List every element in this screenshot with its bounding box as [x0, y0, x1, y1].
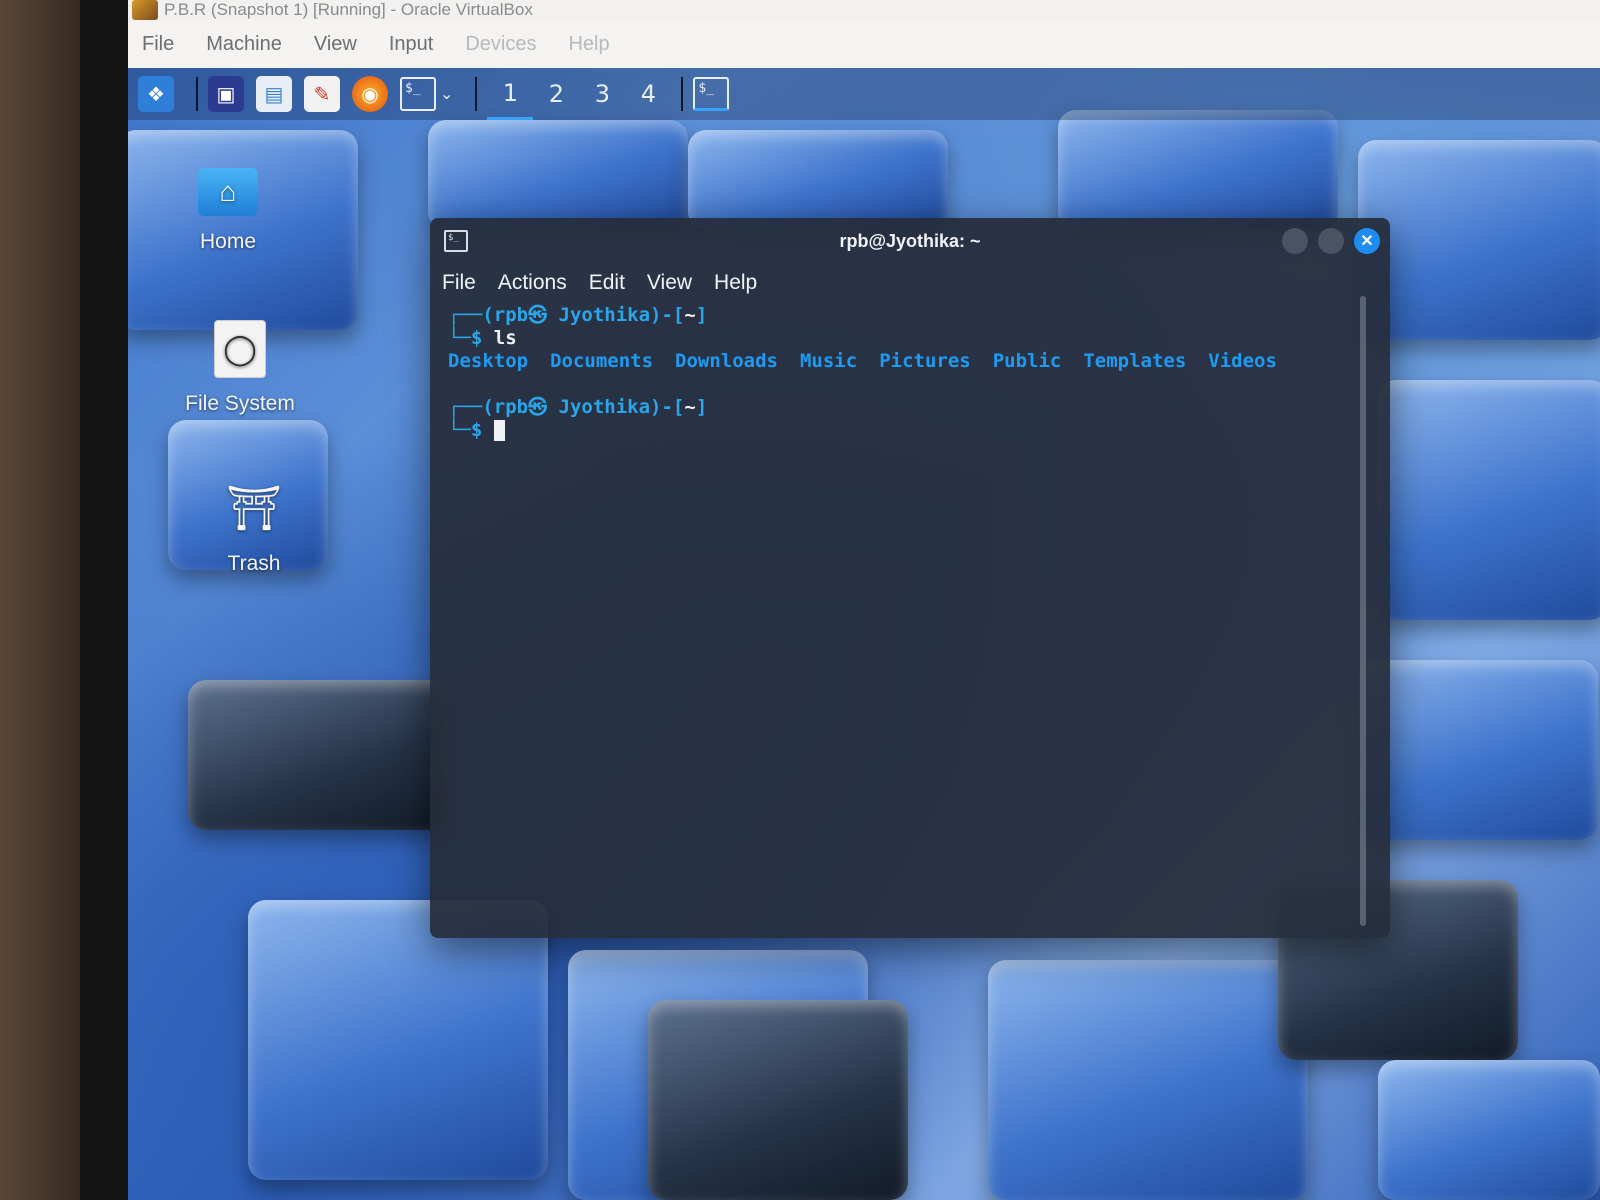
firefox-icon[interactable]: ◉ [352, 76, 388, 112]
ls-entry: Pictures [879, 350, 971, 372]
ls-entry: Downloads [675, 350, 778, 372]
wallpaper-cube [1378, 1060, 1600, 1200]
prompt-user: rpb㉿ Jyothika [493, 396, 651, 418]
taskbar-terminal-window[interactable]: $_ [693, 77, 730, 111]
vbox-menu-machine[interactable]: Machine [206, 33, 282, 56]
panel-separator [475, 77, 478, 111]
terminal-launcher-icon[interactable]: $_ [400, 77, 436, 111]
kali-menu-icon[interactable]: ❖ [138, 76, 174, 112]
drive-icon: ◯ [214, 320, 266, 378]
input-line[interactable]: └─$ [448, 419, 1348, 442]
wallpaper-cube [648, 1000, 908, 1200]
terminal-menu-edit[interactable]: Edit [589, 271, 625, 295]
terminal-scrollbar[interactable] [1360, 296, 1366, 926]
prompt-line: ┌──(rpb㉿ Jyothika)-[~] [448, 304, 708, 326]
trash-icon: ⛩ [226, 484, 282, 533]
workspace-2[interactable]: 2 [533, 68, 579, 120]
command-text: ls [493, 327, 517, 349]
vbox-menu-devices[interactable]: Devices [465, 33, 536, 56]
terminal-icon: $_ [444, 230, 468, 252]
terminal-output[interactable]: ┌──(rpb㉿ Jyothika)-[~] └─$ ls Desktop Do… [448, 304, 1348, 924]
minimize-button[interactable] [1282, 228, 1308, 254]
ls-entry: Public [992, 350, 1062, 372]
vbox-title-text: P.B.R (Snapshot 1) [Running] - Oracle Vi… [164, 0, 533, 19]
vbox-menubar: File Machine View Input Devices Help [128, 20, 1600, 68]
desktop-icon-home[interactable]: ⌂ Home [138, 168, 318, 254]
home-folder-icon: ⌂ [198, 168, 258, 216]
ls-entry: Desktop [448, 350, 529, 372]
wallpaper-cube [428, 120, 688, 230]
wallpaper-cube [1058, 110, 1338, 230]
vbox-menu-help[interactable]: Help [568, 33, 609, 56]
vbox-menu-input[interactable]: Input [389, 33, 433, 56]
vbox-menu-file[interactable]: File [142, 33, 174, 56]
prompt-user: rpb㉿ Jyothika [493, 304, 651, 326]
ls-entry: Music [799, 350, 858, 372]
prompt-line: ┌──(rpb㉿ Jyothika)-[~] [448, 396, 708, 418]
ls-output: Desktop Documents Downloads Music Pictur… [448, 350, 1348, 373]
wallpaper-cube [1358, 660, 1598, 840]
wallpaper-cube [188, 680, 448, 830]
wallpaper-cube [688, 130, 948, 230]
workspace-4[interactable]: 4 [625, 68, 671, 120]
wallpaper-cube [1378, 380, 1600, 620]
wallpaper-cube [988, 960, 1308, 1200]
top-panel: ❖ ▣ ▤ ✎ ◉ $_ ⌄ 1 2 3 4 $_ [128, 68, 1600, 120]
panel-separator [196, 77, 198, 111]
vm-screen: P.B.R (Snapshot 1) [Running] - Oracle Vi… [128, 0, 1600, 1200]
close-button[interactable]: ✕ [1354, 228, 1380, 254]
workspace-3[interactable]: 3 [579, 68, 625, 120]
wallpaper-cube [248, 900, 548, 1180]
terminal-menu-file[interactable]: File [442, 271, 476, 295]
virtualbox-icon [132, 0, 158, 20]
command-line: └─$ ls [448, 327, 517, 349]
vbox-window-title: P.B.R (Snapshot 1) [Running] - Oracle Vi… [128, 0, 1600, 20]
prompt-dir: ~ [684, 304, 696, 326]
ls-entry: Templates [1083, 350, 1187, 372]
vbox-menu-view[interactable]: View [314, 33, 357, 56]
terminal-menubar: File Actions Edit View Help [442, 266, 779, 300]
ls-entry: Documents [550, 350, 654, 372]
prompt-dir: ~ [684, 396, 696, 418]
desktop-icon-file-system[interactable]: ◯ File System [150, 320, 330, 416]
desktop-icon-label: File System [185, 392, 295, 415]
text-editor-icon[interactable]: ✎ [304, 76, 340, 112]
terminal-menu-help[interactable]: Help [714, 271, 757, 295]
panel-separator [681, 77, 684, 111]
wallpaper-cube [1358, 140, 1600, 340]
close-icon: ✕ [1360, 233, 1374, 250]
maximize-button[interactable] [1318, 228, 1344, 254]
desktop-icon-label: Home [199, 230, 257, 253]
terminal-titlebar[interactable]: $_ rpb@Jyothika: ~ ✕ [430, 218, 1390, 264]
desktop-icon-label: Trash [227, 552, 281, 575]
file-manager-icon[interactable]: ▤ [256, 76, 292, 112]
workspace-1[interactable]: 1 [487, 68, 534, 120]
terminal-window[interactable]: $_ rpb@Jyothika: ~ ✕ File Actions Edit V… [430, 218, 1390, 938]
show-desktop-icon[interactable]: ▣ [208, 76, 244, 112]
chevron-down-icon[interactable]: ⌄ [440, 84, 453, 104]
terminal-menu-actions[interactable]: Actions [498, 271, 567, 295]
desktop-icon-trash[interactable]: ⛩ Trash [164, 478, 344, 576]
terminal-title: rpb@Jyothika: ~ [839, 230, 981, 251]
text-cursor [493, 420, 505, 441]
ls-entry: Videos [1208, 350, 1277, 372]
terminal-menu-view[interactable]: View [647, 271, 692, 295]
